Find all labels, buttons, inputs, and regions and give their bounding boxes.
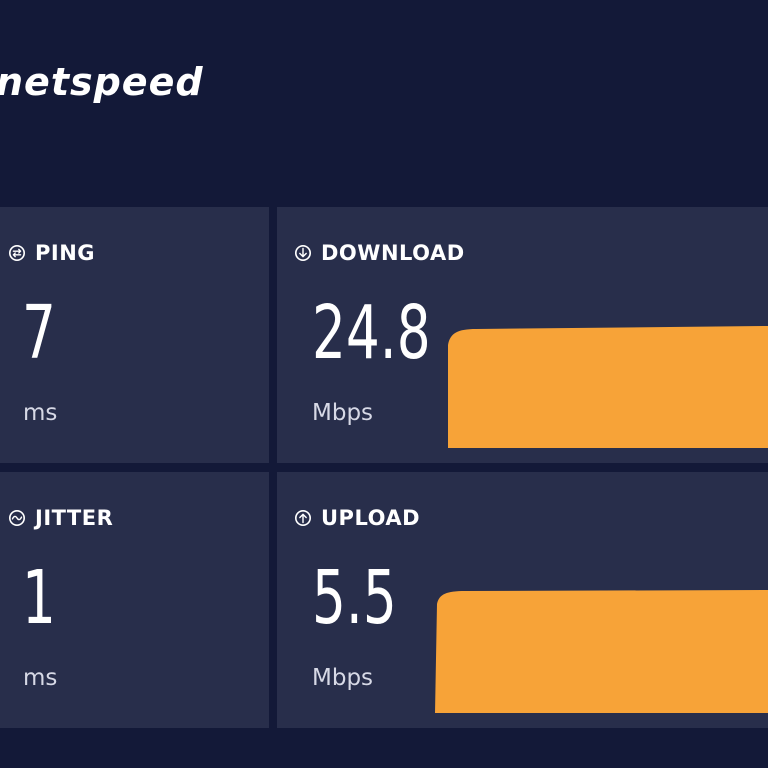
ping-card: PING 7 ms [0, 207, 269, 463]
jitter-header: JITTER [8, 506, 113, 530]
download-value: 24.8 [312, 290, 431, 376]
upload-speed-graph [435, 590, 768, 713]
ping-label: PING [35, 241, 96, 265]
ping-value: 7 [22, 290, 56, 376]
download-card: DOWNLOAD 24.8 Mbps [277, 207, 768, 463]
jitter-label: JITTER [35, 506, 114, 530]
upload-header: UPLOAD [294, 506, 420, 530]
ping-header: PING [8, 241, 95, 265]
brand-logo: netspeed [0, 60, 204, 104]
upload-unit: Mbps [312, 665, 374, 691]
download-label: DOWNLOAD [321, 241, 465, 265]
upload-graph-area [435, 590, 768, 713]
upload-value: 5.5 [312, 555, 397, 641]
upload-card: UPLOAD 5.5 Mbps [277, 472, 768, 728]
download-graph-area [448, 326, 768, 448]
download-speed-graph [448, 326, 768, 448]
jitter-unit: ms [23, 665, 58, 691]
speed-test-page: netspeed PING 7 ms DOWNLOAD 24.8 Mbps JI… [0, 0, 768, 768]
download-unit: Mbps [312, 400, 374, 426]
download-icon [294, 244, 312, 262]
jitter-value: 1 [22, 555, 56, 641]
jitter-icon [8, 509, 26, 527]
upload-icon [294, 509, 312, 527]
ping-unit: ms [23, 400, 58, 426]
ping-icon [8, 244, 26, 262]
upload-label: UPLOAD [321, 506, 421, 530]
download-header: DOWNLOAD [294, 241, 465, 265]
jitter-card: JITTER 1 ms [0, 472, 269, 728]
